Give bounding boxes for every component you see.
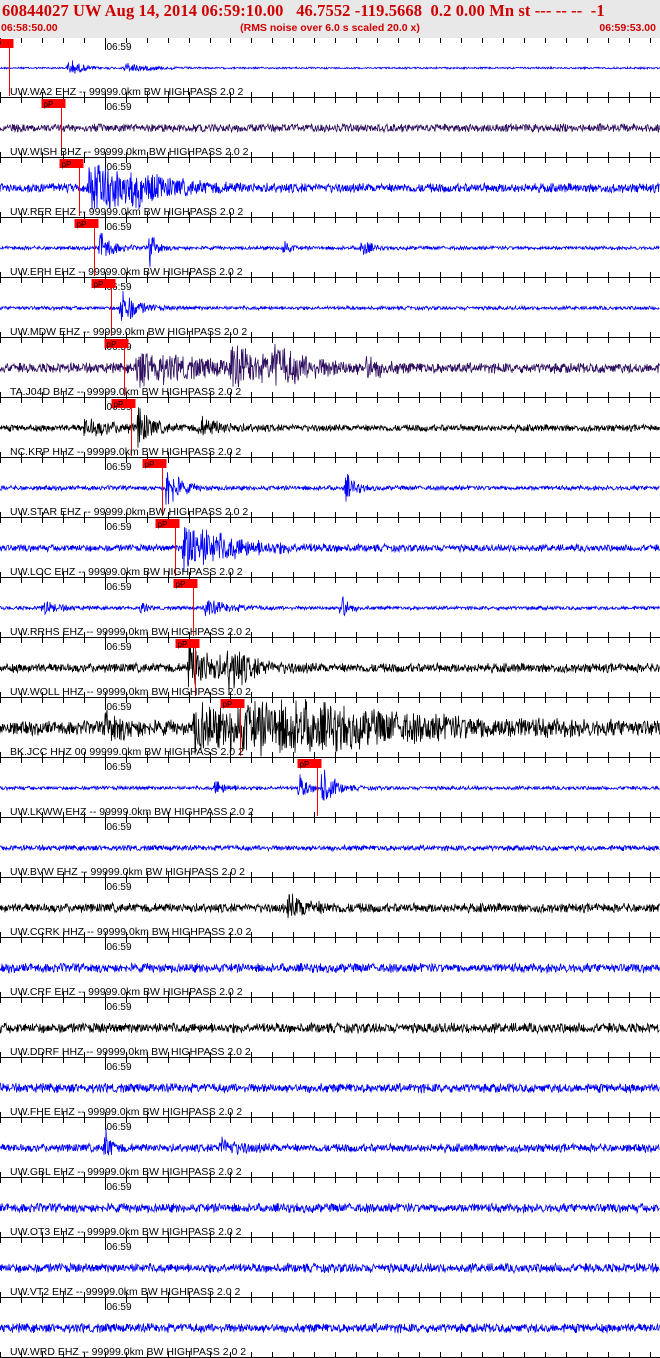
- waveform-trace: [0, 843, 660, 853]
- waveform-trace: [0, 60, 660, 74]
- waveform-trace: [0, 1082, 660, 1095]
- waveform-trace: [0, 893, 660, 919]
- station-label: UW.STAR EHZ -- 99999.0km BW HIGHPASS 2.0…: [10, 506, 248, 518]
- pick-label: pP: [107, 340, 117, 349]
- waveform-trace: [0, 1127, 660, 1156]
- pick-label: pP: [62, 160, 72, 169]
- pick-label: pP: [114, 400, 124, 409]
- waveform-trace: [0, 164, 660, 210]
- station-label: UW.OT3 EHZ -- 99999.0km BW HIGHPASS 2.0 …: [10, 1226, 242, 1238]
- station-label: UW.MDW EHZ -- 99999.0km BW HIGHPASS 2.0 …: [10, 326, 247, 338]
- pick-label: pP: [44, 100, 54, 109]
- event-title: 60844027 UW Aug 14, 2014 06:59:10.00 46.…: [2, 1, 605, 20]
- minute-label: 06:59: [107, 642, 132, 653]
- waveform-trace: [0, 962, 660, 975]
- station-label: UW.EPH EHZ -- 99999.0km BW HIGHPASS 2.0 …: [10, 266, 243, 278]
- station-label: UW.WISH BHZ -- 99999.0km BW HIGHPASS 2.0…: [10, 146, 249, 158]
- header-bar: 60844027 UW Aug 14, 2014 06:59:10.00 46.…: [0, 0, 660, 38]
- minute-label: 06:59: [107, 822, 132, 833]
- station-label: UW.WRD EHZ -- 99999.0km BW HIGHPASS 2.0 …: [10, 1346, 246, 1358]
- pick-label: pP: [145, 460, 155, 469]
- minute-label: 06:59: [107, 1002, 132, 1013]
- station-label: NC.KRP HHZ -- 99999.0km BW HIGHPASS 2.0 …: [10, 446, 241, 458]
- station-label: TA.J04D BHZ -- 99999.0km BW HIGHPASS 2.0…: [10, 386, 241, 398]
- minute-label: 06:59: [107, 1122, 132, 1133]
- station-label: UW.CCRK HHZ -- 99999.0km BW HIGHPASS 2.0…: [10, 926, 252, 938]
- pick-label: pP: [223, 700, 233, 709]
- station-label: UW.LOC EHZ -- 99999.0km BW HIGHPASS 2.0 …: [10, 566, 243, 578]
- pick-label: pP: [158, 520, 168, 529]
- minute-label: 06:59: [107, 222, 132, 233]
- waveform-trace: [0, 1021, 660, 1035]
- waveform-trace: [0, 1322, 660, 1335]
- waveform-trace: [0, 407, 660, 448]
- waveform-trace: [0, 233, 660, 268]
- minute-label: 06:59: [107, 462, 132, 473]
- minute-label: 06:59: [107, 42, 132, 53]
- pick-label: pP: [77, 220, 87, 229]
- station-label: UW.BVW EHZ -- 99999.0km BW HIGHPASS 2.0 …: [10, 866, 245, 878]
- minute-label: 06:59: [107, 942, 132, 953]
- pick-label: pP: [178, 640, 188, 649]
- station-label: BK.JCC HHZ 00 99999.0km BW HIGHPASS 2.0 …: [10, 746, 244, 758]
- pick-label: pP: [94, 280, 104, 289]
- minute-label: 06:59: [107, 102, 132, 113]
- minute-label: 06:59: [107, 162, 132, 173]
- station-label: UW.WOLL HHZ -- 99999.0km BW HIGHPASS 2.0…: [10, 686, 251, 698]
- minute-label: 06:59: [107, 882, 132, 893]
- station-label: UW.DDRF HHZ -- 99999.0km BW HIGHPASS 2.0…: [10, 1046, 251, 1058]
- station-label: UW.RRHS EHZ -- 99999.0km BW HIGHPASS 2.0…: [10, 626, 251, 638]
- pick-label: pP: [300, 760, 310, 769]
- waveform-trace: [0, 472, 660, 505]
- pick-label: pP: [176, 580, 186, 589]
- minute-label: 06:59: [107, 1302, 132, 1313]
- station-label: UW.FHE EHZ -- 99999.0km BW HIGHPASS 2.0 …: [10, 1106, 242, 1118]
- minute-label: 06:59: [107, 1062, 132, 1073]
- pick-box: [0, 39, 14, 48]
- minute-label: 06:59: [107, 702, 132, 713]
- station-label: UW.LKWW EHZ -- 99999.0km BW HIGHPASS 2.0…: [10, 806, 254, 818]
- waveform-trace: [0, 1261, 660, 1275]
- waveform-trace: [0, 1202, 660, 1215]
- minute-label: 06:59: [107, 762, 132, 773]
- time-end: 06:59:53.00: [599, 22, 656, 34]
- station-label: UW.GBL EHZ -- 99999.0km BW HIGHPASS 2.0 …: [10, 1166, 242, 1178]
- station-label: UW.RER EHZ -- 99999.0km BW HIGHPASS 2.0 …: [10, 206, 243, 218]
- station-label: UW.CRF EHZ -- 99999.0km BW HIGHPASS 2.0 …: [10, 986, 243, 998]
- waveform-trace: [0, 122, 660, 134]
- waveform-trace: [0, 769, 660, 801]
- waveform-trace: [0, 343, 660, 388]
- rms-note: (RMS noise over 6.0 s scaled 20.0 x): [240, 22, 420, 34]
- minute-label: 06:59: [107, 1242, 132, 1253]
- waveform-trace: [0, 290, 660, 321]
- minute-label: 06:59: [107, 582, 132, 593]
- minute-label: 06:59: [107, 522, 132, 533]
- station-label: UW.WA2 EHZ -- 99999.0km BW HIGHPASS 2.0 …: [10, 86, 244, 98]
- waveform-trace: [0, 596, 660, 617]
- minute-label: 06:59: [107, 1182, 132, 1193]
- seismogram-plot: 06:59 pP UW.WA2 EHZ -- 99999.0km BW HIGHPA…: [0, 38, 660, 1358]
- station-label: UW.VT2 EHZ -- 99999.0km BW HIGHPASS 2.0 …: [10, 1286, 240, 1298]
- pick-label: pP: [0, 40, 1, 49]
